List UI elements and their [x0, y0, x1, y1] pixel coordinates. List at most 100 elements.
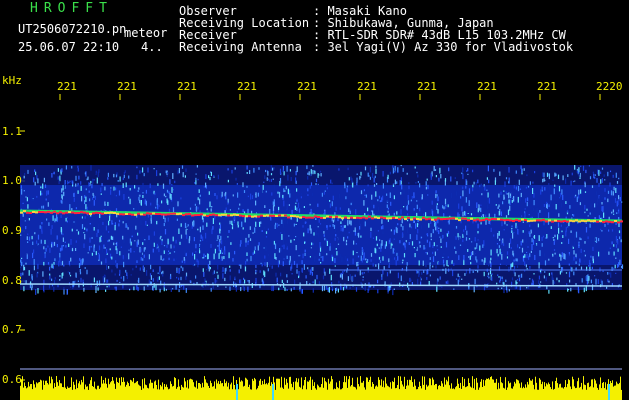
noise-speck — [242, 182, 244, 188]
noise-speck — [275, 257, 277, 260]
noise-speck — [64, 241, 66, 243]
noise-speck — [395, 226, 397, 233]
carrier-trace — [221, 213, 224, 216]
noise-speck — [158, 205, 160, 207]
noise-speck — [381, 240, 383, 246]
amplitude-bar — [508, 381, 509, 400]
noise-speck — [548, 186, 551, 190]
noise-speck — [71, 228, 73, 232]
noise-speck — [471, 241, 473, 243]
amplitude-bar — [344, 376, 345, 400]
noise-speck — [49, 275, 51, 280]
noise-speck — [41, 222, 43, 225]
amplitude-bar — [20, 385, 21, 400]
noise-speck — [527, 197, 529, 202]
noise-speck — [311, 271, 313, 276]
noise-speck — [401, 239, 404, 243]
noise-speck — [153, 231, 155, 236]
noise-speck — [508, 167, 510, 173]
carrier-trace — [107, 211, 110, 214]
carrier-trace — [569, 219, 572, 222]
noise-speck — [346, 261, 349, 264]
carrier-trace — [341, 217, 344, 220]
noise-speck — [587, 215, 589, 217]
noise-speck — [36, 195, 38, 198]
noise-speck — [246, 252, 248, 256]
noise-speck — [32, 198, 34, 200]
carrier-trace — [476, 218, 479, 221]
noise-speck — [138, 277, 140, 283]
noise-speck — [529, 253, 531, 258]
noise-speck — [295, 177, 297, 183]
noise-speck — [612, 209, 614, 213]
amplitude-bar — [81, 379, 82, 400]
noise-speck — [147, 285, 149, 287]
noise-speck — [560, 192, 562, 197]
noise-speck — [61, 188, 63, 193]
noise-speck — [342, 286, 345, 291]
noise-speck — [93, 246, 95, 252]
noise-speck — [140, 200, 142, 206]
amplitude-bar — [125, 386, 126, 400]
noise-speck — [358, 232, 360, 238]
noise-speck — [377, 279, 379, 284]
noise-speck — [473, 286, 475, 293]
noise-speck — [420, 225, 423, 230]
noise-speck — [436, 194, 438, 197]
noise-speck — [319, 170, 322, 173]
noise-speck — [271, 192, 273, 196]
noise-speck — [357, 262, 359, 265]
x-tick-label: 221 — [177, 80, 197, 93]
noise-speck — [311, 242, 313, 246]
noise-speck — [84, 234, 86, 240]
noise-speck — [69, 198, 71, 200]
amplitude-bar — [523, 386, 524, 400]
amplitude-bar — [210, 380, 211, 400]
noise-speck — [102, 247, 104, 253]
noise-speck — [529, 224, 531, 228]
noise-speck — [281, 219, 283, 224]
noise-speck — [580, 238, 582, 241]
carrier-trace — [263, 214, 266, 217]
noise-speck — [317, 173, 319, 178]
amplitude-bar — [143, 388, 144, 400]
noise-speck — [142, 237, 144, 243]
noise-speck — [579, 237, 581, 240]
noise-speck — [123, 261, 125, 268]
noise-speck — [516, 282, 518, 284]
noise-speck — [613, 213, 615, 215]
amplitude-bar — [328, 378, 329, 400]
noise-speck — [607, 171, 609, 177]
noise-speck — [259, 285, 261, 289]
noise-speck — [435, 193, 437, 199]
amplitude-bar — [325, 381, 326, 400]
noise-speck — [591, 266, 593, 270]
noise-speck — [380, 259, 382, 263]
amplitude-bar — [131, 380, 132, 400]
noise-speck — [340, 286, 342, 291]
noise-speck — [364, 194, 366, 196]
noise-speck — [83, 243, 85, 248]
noise-speck — [33, 265, 35, 271]
noise-speck — [156, 243, 158, 248]
amplitude-bar — [267, 384, 268, 400]
noise-speck — [341, 274, 343, 280]
noise-speck — [453, 262, 455, 266]
noise-speck — [293, 260, 296, 265]
noise-speck — [75, 175, 77, 181]
noise-speck — [430, 220, 432, 224]
carrier-trace — [614, 220, 617, 222]
noise-speck — [118, 190, 121, 196]
carrier-trace — [89, 213, 92, 215]
noise-speck — [68, 181, 70, 184]
amplitude-bar — [306, 389, 307, 400]
amplitude-bar — [456, 386, 457, 400]
noise-speck — [425, 245, 427, 249]
amplitude-bar — [334, 388, 335, 400]
carrier-trace — [482, 219, 485, 222]
noise-speck — [286, 243, 288, 248]
noise-speck — [458, 276, 460, 283]
carrier-trace — [143, 213, 146, 216]
amplitude-bar — [277, 378, 278, 400]
noise-speck — [104, 186, 106, 191]
